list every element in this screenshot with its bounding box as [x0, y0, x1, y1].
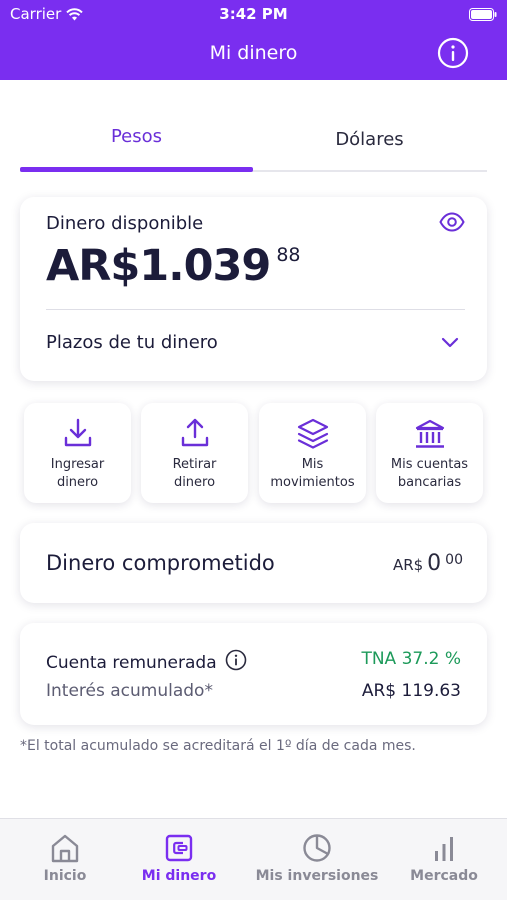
nav-mi-dinero-label: Mi dinero	[141, 868, 217, 884]
comprometido-integer: 0	[427, 551, 442, 576]
ingresar-dinero-button[interactable]: Ingresar dinero	[24, 403, 131, 503]
nav-inicio[interactable]: Inicio	[24, 819, 106, 900]
nav-mi-dinero[interactable]: Mi dinero	[138, 819, 220, 900]
nav-mercado-label: Mercado	[410, 868, 478, 884]
retirar-dinero-label: Retirar dinero	[145, 456, 244, 492]
layers-icon	[259, 417, 366, 451]
comprometido-value: AR$ 0 00	[393, 551, 463, 576]
mis-movimientos-button[interactable]: Mis movimientos	[259, 403, 366, 503]
status-bar: Carrier 3:42 PM	[0, 0, 507, 28]
plazos-row[interactable]: Plazos de tu dinero	[20, 310, 487, 380]
tab-pesos-label: Pesos	[110, 125, 163, 147]
interest-label: Interés acumulado*	[46, 681, 213, 701]
ingresar-dinero-label: Ingresar dinero	[28, 456, 127, 492]
action-line1: Mis cuentas	[390, 457, 469, 472]
wallet-icon	[138, 833, 220, 865]
home-icon	[24, 833, 106, 865]
currency-tabs: Pesos Dólares	[20, 100, 487, 172]
bank-icon	[376, 417, 483, 451]
comprometido-label: Dinero comprometido	[46, 551, 275, 575]
mis-cuentas-bancarias-label: Mis cuentas bancarias	[380, 456, 479, 492]
status-time: 3:42 PM	[219, 5, 288, 23]
bottom-nav: Inicio Mi dinero Mis inversiones Mercado	[0, 818, 507, 900]
pie-chart-icon	[254, 833, 380, 865]
bar-chart-icon	[400, 833, 488, 865]
action-line2: dinero	[173, 475, 216, 490]
tab-dolares[interactable]: Dólares	[253, 100, 486, 172]
footnote: *El total acumulado se acreditará el 1º …	[20, 738, 416, 754]
mis-cuentas-bancarias-button[interactable]: Mis cuentas bancarias	[376, 403, 483, 503]
action-line1: Retirar	[172, 457, 217, 472]
balance-label: Dinero disponible	[46, 213, 204, 234]
download-icon	[24, 417, 131, 451]
header: Carrier 3:42 PM Mi dinero	[0, 0, 507, 80]
action-line1: Mis	[301, 457, 324, 472]
balance-card: Dinero disponible AR$1.039 88 Plazos de …	[20, 197, 487, 381]
nav-mis-inversiones-label: Mis inversiones	[255, 868, 379, 884]
info-icon[interactable]	[437, 37, 469, 69]
balance-integer: AR$1.039	[46, 241, 271, 291]
action-line2: movimientos	[270, 475, 355, 490]
comprometido-card[interactable]: Dinero comprometido AR$ 0 00	[20, 523, 487, 603]
page-title: Mi dinero	[209, 42, 298, 64]
action-line2: bancarias	[397, 475, 462, 490]
tab-dolares-label: Dólares	[335, 128, 404, 150]
tna-value: TNA 37.2 %	[361, 649, 461, 669]
nav-inicio-label: Inicio	[43, 868, 87, 884]
comprometido-cents: 00	[445, 552, 463, 568]
tab-pesos[interactable]: Pesos	[20, 100, 253, 172]
eye-icon[interactable]	[439, 211, 465, 237]
upload-icon	[141, 417, 248, 451]
chevron-down-icon	[441, 334, 459, 353]
balance-amount: AR$1.039 88	[46, 241, 301, 291]
remunerada-label-row: Cuenta remunerada	[46, 649, 247, 676]
comprometido-currency: AR$	[392, 556, 424, 574]
plazos-label: Plazos de tu dinero	[46, 332, 218, 353]
info-icon[interactable]	[225, 649, 247, 676]
action-line2: dinero	[56, 475, 99, 490]
retirar-dinero-button[interactable]: Retirar dinero	[141, 403, 248, 503]
remunerada-label: Cuenta remunerada	[46, 652, 217, 673]
nav-mis-inversiones[interactable]: Mis inversiones	[254, 819, 380, 900]
battery-icon	[469, 7, 497, 25]
action-line1: Ingresar	[50, 457, 105, 472]
balance-cents: 88	[276, 244, 301, 266]
interest-value: AR$ 119.63	[361, 681, 461, 701]
tab-indicator	[20, 167, 253, 172]
nav-mercado[interactable]: Mercado	[400, 819, 488, 900]
remunerada-card: Cuenta remunerada TNA 37.2 % Interés acu…	[20, 623, 487, 725]
quick-actions: Ingresar dinero Retirar dinero Mis movim…	[24, 403, 484, 503]
mis-movimientos-label: Mis movimientos	[263, 456, 362, 492]
